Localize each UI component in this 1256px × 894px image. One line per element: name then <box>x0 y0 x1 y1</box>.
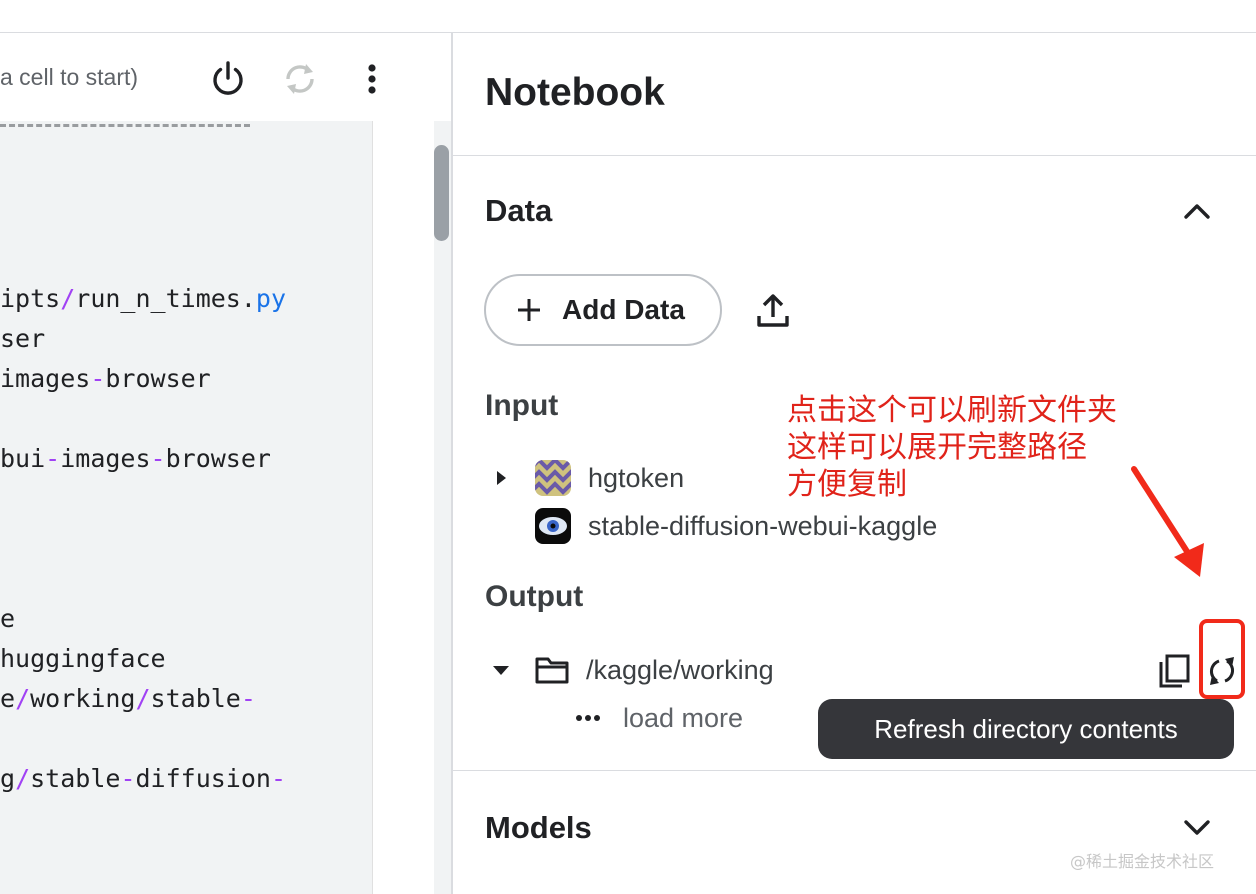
input-notebook-row[interactable]: stable-diffusion-webui-kaggle <box>485 504 937 548</box>
notebook-thumbnail-icon <box>535 508 571 544</box>
power-button[interactable] <box>204 55 252 103</box>
editor-panel: a cell to start) ipts/run_n_times.py ser… <box>0 33 451 894</box>
annotation-line: 这样可以展开完整路径 <box>787 430 1087 465</box>
add-data-button[interactable]: Add Data <box>484 274 722 346</box>
code-line: huggingface <box>0 644 166 673</box>
annotation-text: 点击这个可以刷新文件夹 这样可以展开完整路径 方便复制 <box>787 392 1117 503</box>
caret-down-icon[interactable] <box>485 654 517 686</box>
code-line-truncated <box>0 124 250 127</box>
copy-path-button[interactable] <box>1154 651 1194 691</box>
expand-models-button[interactable] <box>1173 803 1221 851</box>
code-line: images-browser <box>0 364 211 393</box>
watermark: @稀土掘金技术社区 <box>1070 852 1215 871</box>
folder-icon <box>535 655 569 685</box>
annotation-line: 点击这个可以刷新文件夹 <box>787 393 1117 428</box>
editor-gutter <box>372 121 434 894</box>
restart-icon <box>286 64 314 94</box>
chevron-down-icon <box>1184 820 1210 835</box>
models-section-title: Models <box>485 810 592 845</box>
collapse-data-button[interactable] <box>1173 188 1221 236</box>
code-line: ser <box>0 324 46 353</box>
dataset-thumbnail-icon <box>535 460 571 496</box>
input-label: Input <box>485 389 559 422</box>
code-line: bui-images-browser <box>0 444 271 473</box>
caret-right-icon[interactable] <box>485 462 517 494</box>
input-dataset-row[interactable]: hgtoken <box>485 456 684 500</box>
code-line: e <box>0 604 16 633</box>
more-options-button[interactable] <box>348 55 396 103</box>
load-more-row[interactable]: load more <box>575 696 743 740</box>
more-vert-icon <box>368 64 376 94</box>
plus-icon <box>514 295 544 325</box>
output-path: /kaggle/working <box>586 654 774 685</box>
code-line: ipts/run_n_times.py <box>0 284 287 313</box>
more-horiz-icon <box>575 708 603 728</box>
output-label: Output <box>485 580 584 613</box>
dataset-name: hgtoken <box>588 462 685 493</box>
data-section-title: Data <box>485 193 553 228</box>
editor-scrollbar-thumb[interactable] <box>434 145 449 241</box>
output-folder-row[interactable]: /kaggle/working <box>485 648 774 692</box>
load-more-label: load more <box>623 702 744 733</box>
add-data-label: Add Data <box>562 294 685 325</box>
refresh-tooltip: Refresh directory contents <box>818 699 1234 759</box>
caret-spacer <box>485 510 517 542</box>
divider-line <box>453 155 1256 156</box>
upload-button[interactable] <box>751 289 795 333</box>
chevron-up-icon <box>1184 204 1210 219</box>
annotation-line: 方便复制 <box>787 467 907 502</box>
divider-line <box>453 770 1256 771</box>
top-bar <box>0 0 1256 33</box>
code-editor[interactable]: ipts/run_n_times.pyser images-browser bui-… <box>0 121 372 894</box>
panel-title: Notebook <box>485 71 665 114</box>
upload-icon <box>757 294 789 327</box>
code-line: g/stable-diffusion- <box>0 764 287 793</box>
power-icon <box>213 61 243 95</box>
editor-toolbar: a cell to start) <box>0 33 451 121</box>
copy-icon <box>1159 654 1190 688</box>
kernel-status-text: a cell to start) <box>0 64 139 90</box>
annotation-arrow-icon <box>1131 466 1204 577</box>
annotation-highlight-box <box>1199 619 1245 699</box>
code-line: e/working/stable- <box>0 684 256 713</box>
restart-button[interactable] <box>276 55 324 103</box>
notebook-name: stable-diffusion-webui-kaggle <box>588 510 938 541</box>
